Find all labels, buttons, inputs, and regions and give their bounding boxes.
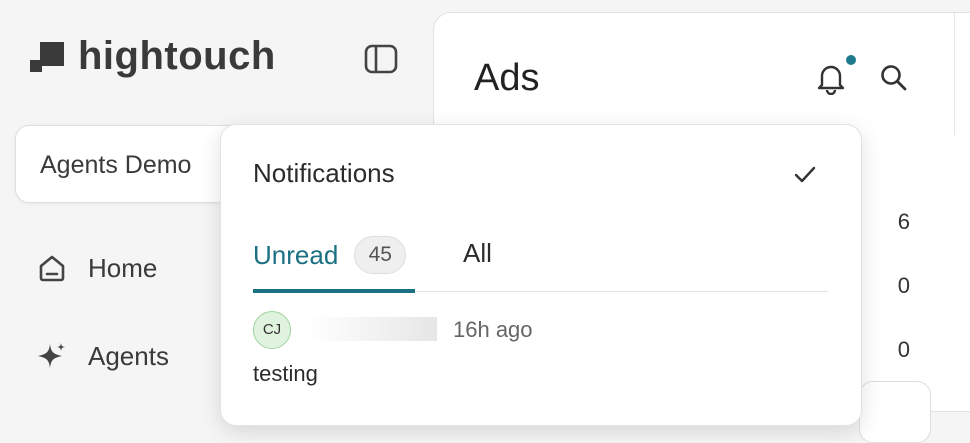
- notifications-title: Notifications: [253, 158, 395, 188]
- tab-unread[interactable]: Unread 45: [253, 236, 407, 274]
- home-icon: [39, 255, 65, 282]
- redacted-sender-name: [309, 317, 437, 341]
- panel-button[interactable]: [859, 381, 931, 443]
- active-tab-indicator: [253, 289, 415, 293]
- value-cell: 0: [897, 273, 910, 298]
- value-cell: 6: [897, 209, 910, 234]
- tab-label: Unread: [253, 239, 339, 270]
- page-title: Ads: [474, 57, 540, 99]
- logo-text: hightouch: [78, 34, 276, 78]
- sidebar-item-label: Agents: [88, 340, 169, 371]
- check-icon[interactable]: [791, 161, 819, 189]
- search-icon[interactable]: [879, 63, 909, 93]
- hightouch-logo[interactable]: hightouch: [30, 36, 276, 76]
- sidebar-item-home[interactable]: Home: [36, 252, 157, 284]
- sparkle-icon: [38, 343, 65, 368]
- notifications-popover: Notifications Unread 45 All CJ 16h ago t…: [220, 124, 862, 426]
- workspace-name: Agents Demo: [40, 151, 192, 179]
- avatar: CJ: [253, 311, 291, 349]
- bell-icon[interactable]: [814, 61, 848, 95]
- notification-message: testing: [253, 361, 318, 386]
- value-cell: 0: [897, 337, 910, 362]
- notification-time: 16h ago: [453, 317, 533, 342]
- tab-all[interactable]: All: [463, 238, 492, 269]
- notification-dot: [844, 53, 858, 67]
- header-divider: [954, 13, 955, 135]
- sidebar-toggle-icon[interactable]: [364, 44, 398, 74]
- sidebar-item-label: Home: [88, 252, 158, 283]
- logo-mark-icon: [30, 38, 66, 74]
- unread-count-badge: 45: [354, 236, 407, 274]
- sidebar-item-agents[interactable]: Agents: [36, 340, 169, 372]
